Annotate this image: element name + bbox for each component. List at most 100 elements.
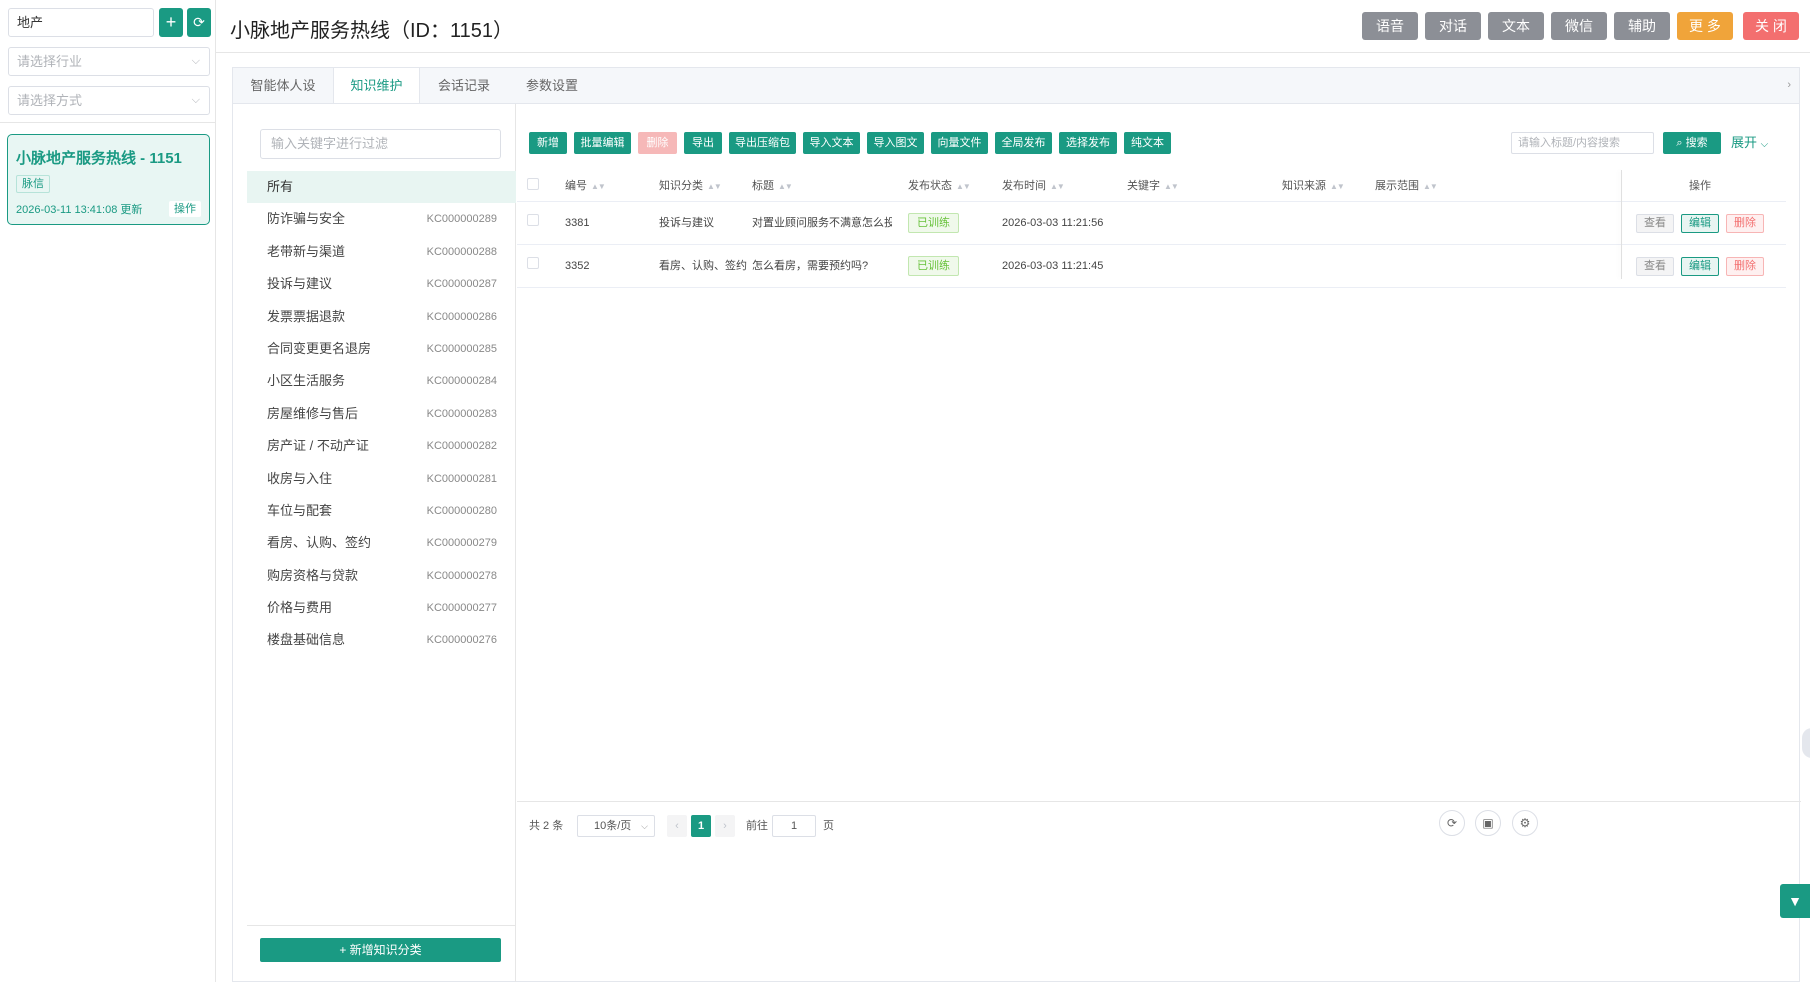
assist-button[interactable]: 辅助 (1614, 12, 1670, 40)
col-time[interactable]: 发布时间 ▲▼ (1002, 170, 1064, 203)
category-item[interactable]: 房屋维修与售后 KC000000283 (247, 398, 516, 430)
fixed-column-shadow (1621, 170, 1622, 279)
method-select[interactable]: 请选择方式 ⌵ (8, 86, 210, 115)
col-category[interactable]: 知识分类 ▲▼ (659, 170, 721, 203)
category-item[interactable]: 发票票据退款 KC000000286 (247, 301, 516, 333)
category-code: KC000000279 (426, 537, 497, 550)
chevron-right-icon: › (723, 820, 727, 832)
knowledge-search-input[interactable]: 请输入标题/内容搜索 (1511, 132, 1654, 154)
category-list: 所有 防诈骗与安全 KC000000289 老带新与渠道 KC000000288 投诉与… (247, 171, 516, 657)
select-publish-button[interactable]: 选择发布 (1059, 132, 1117, 154)
category-item-all[interactable]: 所有 (247, 171, 516, 204)
category-item[interactable]: 楼盘基础信息 KC000000276 (247, 624, 516, 656)
category-label: 防诈骗与安全 (267, 211, 346, 227)
category-code: KC000000287 (426, 278, 497, 291)
category-item[interactable]: 老带新与渠道 KC000000288 (247, 236, 516, 268)
category-item[interactable]: 看房、认购、签约 KC000000279 (247, 527, 516, 559)
row-checkbox[interactable] (527, 214, 539, 226)
delete-button[interactable]: 删除 (638, 132, 677, 154)
more-button[interactable]: 更 多 (1677, 12, 1733, 40)
add-button[interactable]: 新增 (529, 132, 567, 154)
category-label: 小区生活服务 (267, 373, 346, 389)
tab-settings[interactable]: 参数设置 (508, 68, 596, 103)
category-item[interactable]: 车位与配套 KC000000280 (247, 495, 516, 527)
view-button[interactable]: 查看 (1636, 214, 1674, 233)
category-item[interactable]: 购房资格与贷款 KC000000278 (247, 560, 516, 592)
table-row[interactable]: 3352 看房、认购、签约 怎么看房，需要预约吗? 2026-03-03 11:21:… (517, 245, 1786, 288)
agent-card[interactable]: 小脉地产服务热线 - 1151 脉信 2026-03-11 13:41:08 更… (7, 134, 210, 225)
category-item[interactable]: 价格与费用 KC000000277 (247, 592, 516, 624)
refresh-icon[interactable]: ⟳ (1439, 810, 1465, 836)
category-item[interactable]: 房产证 / 不动产证 KC000000282 (247, 430, 516, 462)
chat-button[interactable]: 对话 (1425, 12, 1481, 40)
plain-text-button[interactable]: 纯文本 (1124, 132, 1171, 154)
tab-persona[interactable]: 智能体人设 (233, 68, 333, 103)
delete-row-button[interactable]: 删除 (1726, 257, 1764, 276)
category-item[interactable]: 合同变更更名退房 KC000000285 (247, 333, 516, 365)
category-item[interactable]: 投诉与建议 KC000000287 (247, 268, 516, 300)
global-publish-button[interactable]: 全局发布 (995, 132, 1052, 154)
industry-select-placeholder: 请选择行业 (17, 54, 83, 69)
plus-icon: + (165, 12, 177, 32)
col-id[interactable]: 编号 ▲▼ (565, 170, 605, 203)
industry-select[interactable]: 请选择行业 ⌵ (8, 47, 210, 76)
add-agent-button[interactable]: + (159, 8, 183, 37)
page-suffix: 页 (823, 820, 834, 832)
goto-page-input[interactable]: 1 (772, 815, 816, 837)
tab-sessions[interactable]: 会话记录 (420, 68, 508, 103)
knowledge-table: 编号 ▲▼ 知识分类 ▲▼ 标题 ▲▼ 发布状态 ▲▼ 发布时间 ▲▼ 关键字 ▲▼ 知识来… (517, 170, 1786, 288)
batch-edit-button[interactable]: 批量编辑 (574, 132, 631, 154)
tab-scroll-right-icon[interactable]: › (1787, 68, 1791, 103)
search-button[interactable]: ⌕ 搜索 (1663, 132, 1721, 154)
add-category-button[interactable]: + 新增知识分类 (260, 938, 501, 962)
col-source[interactable]: 知识来源 ▲▼ (1282, 170, 1344, 203)
table-row[interactable]: 3381 投诉与建议 对置业顾问服务不满意怎么投... 2026-03-03 11:2… (517, 202, 1786, 245)
wechat-button[interactable]: 微信 (1551, 12, 1607, 40)
text-button[interactable]: 文本 (1488, 12, 1544, 40)
agent-updated-time: 2026-03-11 13:41:08 更新 (16, 204, 143, 216)
agent-operation-button[interactable]: 操作 (169, 201, 201, 217)
category-filter-input[interactable]: 输入关键字进行过滤 (260, 129, 501, 159)
sort-icon: ▲▼ (1330, 182, 1344, 191)
import-rich-button[interactable]: 导入图文 (867, 132, 924, 154)
side-drawer-handle[interactable] (1802, 728, 1810, 758)
float-action-button[interactable]: ▼ (1780, 884, 1810, 918)
category-code: KC000000277 (426, 602, 497, 615)
tab-knowledge[interactable]: 知识维护 (333, 68, 420, 104)
vector-file-button[interactable]: 向量文件 (931, 132, 988, 154)
next-page-button[interactable]: › (715, 815, 735, 837)
category-code: KC000000282 (426, 440, 497, 453)
expand-toggle[interactable]: 展开 ⌵ (1731, 132, 1768, 154)
gear-icon[interactable]: ⚙ (1512, 810, 1538, 836)
export-button[interactable]: 导出 (684, 132, 722, 154)
current-page[interactable]: 1 (691, 815, 711, 837)
select-all-checkbox[interactable] (527, 178, 539, 190)
prev-page-button[interactable]: ‹ (667, 815, 687, 837)
agent-search-input[interactable]: 地产 (8, 8, 154, 37)
close-button[interactable]: 关 闭 (1743, 12, 1799, 40)
voice-button[interactable]: 语音 (1362, 12, 1418, 40)
sort-icon: ▲▼ (1050, 182, 1064, 191)
export-zip-button[interactable]: 导出压缩包 (729, 132, 796, 154)
page-size-select[interactable]: 10条/页 ⌵ (577, 815, 655, 837)
col-title[interactable]: 标题 ▲▼ (752, 170, 792, 203)
col-scope[interactable]: 展示范围 ▲▼ (1375, 170, 1437, 203)
refresh-agents-button[interactable]: ⟳ (187, 8, 211, 37)
save-icon[interactable]: ▣ (1475, 810, 1501, 836)
import-text-button[interactable]: 导入文本 (803, 132, 860, 154)
cell-title: 对置业顾问服务不满意怎么投... (752, 217, 892, 229)
row-checkbox[interactable] (527, 257, 539, 269)
cell-category: 看房、认购、签约 (659, 260, 747, 272)
edit-button[interactable]: 编辑 (1681, 257, 1719, 276)
view-button[interactable]: 查看 (1636, 257, 1674, 276)
category-code: KC000000278 (426, 569, 497, 582)
delete-row-button[interactable]: 删除 (1726, 214, 1764, 233)
col-status[interactable]: 发布状态 ▲▼ (908, 170, 970, 203)
chevron-down-icon: ⌵ (191, 94, 200, 106)
agent-sidebar: 地产 + ⟳ 请选择行业 ⌵ 请选择方式 ⌵ 小脉地产服务热线 - 1151 脉… (0, 0, 216, 982)
category-item[interactable]: 收房与入住 KC000000281 (247, 463, 516, 495)
col-keyword[interactable]: 关键字 ▲▼ (1127, 170, 1178, 203)
edit-button[interactable]: 编辑 (1681, 214, 1719, 233)
category-item[interactable]: 小区生活服务 KC000000284 (247, 365, 516, 397)
category-item[interactable]: 防诈骗与安全 KC000000289 (247, 203, 516, 235)
